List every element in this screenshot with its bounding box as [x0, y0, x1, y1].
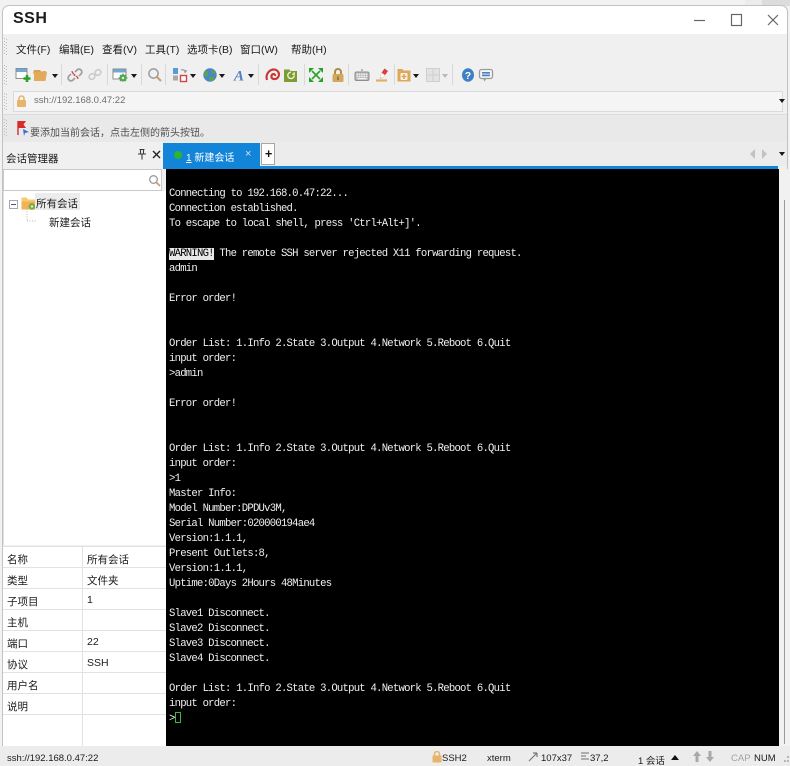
- svg-text:A: A: [233, 69, 244, 84]
- svg-text:?: ?: [465, 70, 471, 82]
